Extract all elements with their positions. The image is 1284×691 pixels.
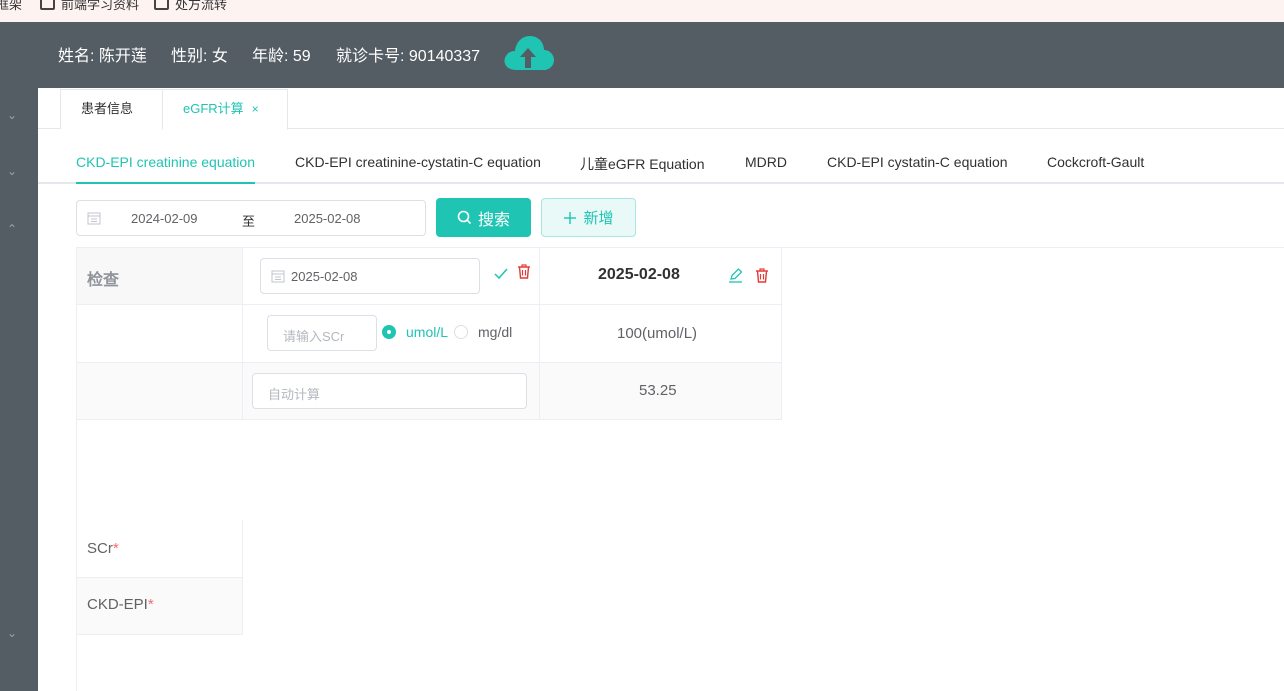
folder-icon bbox=[154, 0, 169, 10]
end-date[interactable]: 2025-02-08 bbox=[294, 211, 361, 226]
search-button[interactable]: 搜索 bbox=[436, 198, 531, 237]
unit-mgdl-label[interactable]: mg/dl bbox=[478, 324, 512, 340]
chevron-down-icon[interactable]: ⌄ bbox=[5, 108, 19, 122]
record-scr-value: 100(umol/L) bbox=[617, 325, 698, 342]
record-egfr-value: 53.25 bbox=[639, 382, 677, 399]
folder-icon bbox=[40, 0, 55, 10]
bookmark-item[interactable]: 处方流转 bbox=[154, 0, 227, 13]
header-cell: 检查 bbox=[77, 248, 243, 305]
header-label: 检查 bbox=[87, 272, 120, 289]
scr-placeholder: 请输入SCr bbox=[283, 329, 345, 344]
tab-child-egfr[interactable]: 儿童eGFR Equation bbox=[580, 154, 705, 174]
tab-ckd-epi-creatinine[interactable]: CKD-EPI creatinine equation bbox=[76, 154, 255, 170]
record-egfr-cell: 53.25 bbox=[540, 363, 782, 420]
required-mark: * bbox=[147, 596, 154, 613]
auto-calc-cell: 自动计算 bbox=[243, 363, 540, 420]
row-label-cell bbox=[77, 363, 243, 420]
tab-mdrd[interactable]: MDRD bbox=[745, 154, 787, 170]
chevron-up-icon[interactable]: ⌃ bbox=[5, 222, 19, 236]
auto-calc-placeholder: 自动计算 bbox=[268, 387, 321, 402]
bookmark-bar: 框架 前端学习资料 处方流转 bbox=[0, 0, 1284, 22]
bookmark-label: 前端学习资料 bbox=[61, 0, 140, 12]
ckd-epi-label: CKD-EPI* bbox=[87, 596, 154, 613]
chevron-down-icon[interactable]: ⌄ bbox=[5, 626, 19, 640]
range-separator: 至 bbox=[242, 214, 256, 229]
start-date[interactable]: 2024-02-09 bbox=[131, 211, 198, 226]
unit-umol-radio[interactable] bbox=[382, 325, 396, 339]
edit-icon[interactable] bbox=[728, 268, 743, 283]
auto-calc-input: 自动计算 bbox=[252, 373, 527, 409]
unit-umol-label[interactable]: umol/L bbox=[406, 324, 448, 340]
patient-age: 年龄: 59 bbox=[252, 48, 311, 65]
trash-icon[interactable] bbox=[517, 264, 531, 279]
new-record-date-cell: 2025-02-08 bbox=[243, 248, 540, 305]
scr-input-cell: 请输入SCr umol/L mg/dl bbox=[243, 305, 540, 363]
search-label: 搜索 bbox=[477, 211, 510, 229]
bookmark-label: 框架 bbox=[0, 0, 23, 12]
bookmark-label: 处方流转 bbox=[175, 0, 228, 12]
add-button[interactable]: 新增 bbox=[541, 198, 636, 237]
trash-icon[interactable] bbox=[755, 268, 769, 283]
date-range-picker[interactable]: 2024-02-09 至 2025-02-08 bbox=[76, 200, 426, 236]
bookmark-item[interactable]: 框架 bbox=[0, 0, 22, 13]
patient-gender: 性别: 女 bbox=[171, 48, 228, 65]
page-tabs: 患者信息 eGFR计算 × bbox=[38, 88, 1284, 130]
tab-label: 患者信息 bbox=[81, 101, 134, 116]
date-value: 2025-02-08 bbox=[291, 269, 358, 284]
row-label-cell bbox=[77, 305, 243, 363]
sidebar: ⌄ ⌄ ⌃ ⌄ bbox=[0, 88, 38, 691]
cloud-upload-icon[interactable] bbox=[502, 34, 554, 74]
tab-label: eGFR计算 bbox=[183, 101, 244, 116]
tab-ckd-epi-cystatin[interactable]: CKD-EPI cystatin-C equation bbox=[827, 154, 1008, 170]
patient-header: 姓名: 陈开莲 性别: 女 年龄: 59 就诊卡号: 90140337 bbox=[0, 22, 1284, 88]
egfr-table: 检查 2025-02-08 2025-02-08 请输入SCr umol/L m… bbox=[76, 247, 1284, 691]
record-scr-cell: 100(umol/L) bbox=[540, 305, 782, 363]
chevron-down-icon[interactable]: ⌄ bbox=[5, 164, 19, 178]
bookmark-item[interactable]: 前端学习资料 bbox=[40, 0, 139, 13]
active-tab-indicator bbox=[76, 182, 255, 184]
scr-label-cell: SCr* bbox=[77, 520, 243, 578]
record-date-cell: 2025-02-08 bbox=[540, 248, 782, 305]
equation-tabs: CKD-EPI creatinine equation CKD-EPI crea… bbox=[38, 140, 1284, 184]
scr-input[interactable]: 请输入SCr bbox=[267, 315, 377, 351]
calendar-icon bbox=[271, 270, 285, 283]
tab-cockcroft-gault[interactable]: Cockcroft-Gault bbox=[1047, 154, 1144, 170]
record-date: 2025-02-08 bbox=[598, 266, 680, 283]
calendar-icon bbox=[87, 212, 101, 225]
patient-name: 姓名: 陈开莲 bbox=[58, 48, 147, 65]
close-icon[interactable]: × bbox=[252, 102, 259, 116]
add-label: 新增 bbox=[583, 210, 614, 227]
tab-egfr[interactable]: eGFR计算 × bbox=[162, 89, 288, 130]
search-icon bbox=[457, 210, 472, 225]
tab-ckd-epi-creatinine-cystatin[interactable]: CKD-EPI creatinine-cystatin-C equation bbox=[295, 154, 541, 170]
unit-mgdl-radio[interactable] bbox=[454, 325, 468, 339]
required-mark: * bbox=[112, 540, 119, 557]
patient-card-number: 就诊卡号: 90140337 bbox=[336, 48, 481, 65]
tab-patient-info[interactable]: 患者信息 bbox=[60, 89, 163, 129]
scr-label: SCr* bbox=[87, 540, 119, 557]
date-input[interactable]: 2025-02-08 bbox=[260, 258, 480, 294]
ckd-label-cell: CKD-EPI* bbox=[77, 578, 243, 635]
plus-icon bbox=[564, 211, 577, 224]
check-icon[interactable] bbox=[494, 268, 508, 280]
